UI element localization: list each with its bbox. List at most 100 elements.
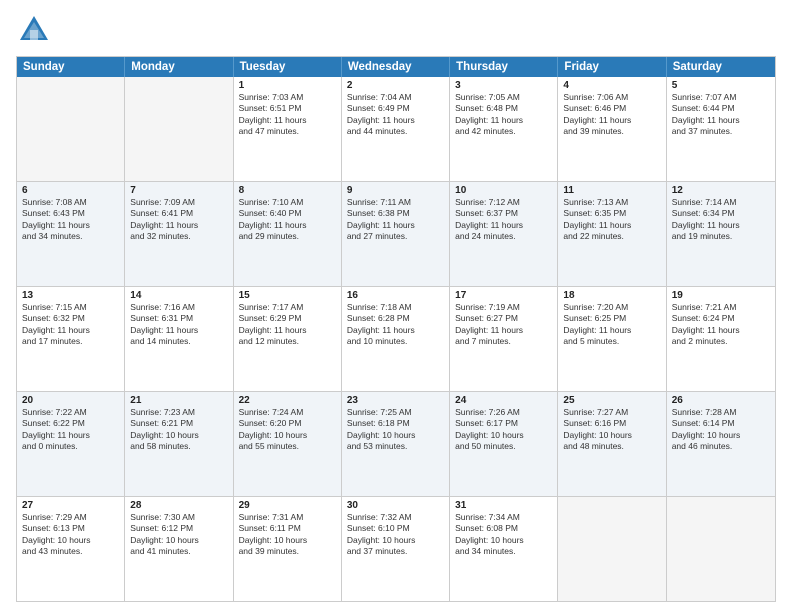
page: SundayMondayTuesdayWednesdayThursdayFrid… bbox=[0, 0, 792, 612]
cell-info: Sunrise: 7:10 AMSunset: 6:40 PMDaylight:… bbox=[239, 197, 336, 243]
calendar-row-2: 13Sunrise: 7:15 AMSunset: 6:32 PMDayligh… bbox=[17, 286, 775, 391]
cell-info: Sunrise: 7:21 AMSunset: 6:24 PMDaylight:… bbox=[672, 302, 770, 348]
weekday-header-saturday: Saturday bbox=[667, 57, 775, 77]
calendar-cell-4-2: 29Sunrise: 7:31 AMSunset: 6:11 PMDayligh… bbox=[234, 497, 342, 601]
cell-info: Sunrise: 7:16 AMSunset: 6:31 PMDaylight:… bbox=[130, 302, 227, 348]
day-number: 23 bbox=[347, 395, 444, 406]
calendar: SundayMondayTuesdayWednesdayThursdayFrid… bbox=[16, 56, 776, 602]
calendar-cell-0-3: 2Sunrise: 7:04 AMSunset: 6:49 PMDaylight… bbox=[342, 77, 450, 181]
calendar-cell-0-5: 4Sunrise: 7:06 AMSunset: 6:46 PMDaylight… bbox=[558, 77, 666, 181]
cell-info: Sunrise: 7:27 AMSunset: 6:16 PMDaylight:… bbox=[563, 407, 660, 453]
day-number: 18 bbox=[563, 290, 660, 301]
cell-info: Sunrise: 7:15 AMSunset: 6:32 PMDaylight:… bbox=[22, 302, 119, 348]
weekday-header-monday: Monday bbox=[125, 57, 233, 77]
day-number: 28 bbox=[130, 500, 227, 511]
day-number: 4 bbox=[563, 80, 660, 91]
day-number: 15 bbox=[239, 290, 336, 301]
cell-info: Sunrise: 7:08 AMSunset: 6:43 PMDaylight:… bbox=[22, 197, 119, 243]
day-number: 8 bbox=[239, 185, 336, 196]
cell-info: Sunrise: 7:28 AMSunset: 6:14 PMDaylight:… bbox=[672, 407, 770, 453]
calendar-row-4: 27Sunrise: 7:29 AMSunset: 6:13 PMDayligh… bbox=[17, 496, 775, 601]
day-number: 30 bbox=[347, 500, 444, 511]
weekday-header-tuesday: Tuesday bbox=[234, 57, 342, 77]
cell-info: Sunrise: 7:22 AMSunset: 6:22 PMDaylight:… bbox=[22, 407, 119, 453]
calendar-row-3: 20Sunrise: 7:22 AMSunset: 6:22 PMDayligh… bbox=[17, 391, 775, 496]
calendar-cell-4-4: 31Sunrise: 7:34 AMSunset: 6:08 PMDayligh… bbox=[450, 497, 558, 601]
cell-info: Sunrise: 7:31 AMSunset: 6:11 PMDaylight:… bbox=[239, 512, 336, 558]
calendar-cell-0-1 bbox=[125, 77, 233, 181]
day-number: 10 bbox=[455, 185, 552, 196]
cell-info: Sunrise: 7:19 AMSunset: 6:27 PMDaylight:… bbox=[455, 302, 552, 348]
day-number: 27 bbox=[22, 500, 119, 511]
calendar-body: 1Sunrise: 7:03 AMSunset: 6:51 PMDaylight… bbox=[17, 77, 775, 601]
calendar-cell-4-6 bbox=[667, 497, 775, 601]
calendar-cell-4-3: 30Sunrise: 7:32 AMSunset: 6:10 PMDayligh… bbox=[342, 497, 450, 601]
calendar-cell-1-4: 10Sunrise: 7:12 AMSunset: 6:37 PMDayligh… bbox=[450, 182, 558, 286]
calendar-cell-1-2: 8Sunrise: 7:10 AMSunset: 6:40 PMDaylight… bbox=[234, 182, 342, 286]
cell-info: Sunrise: 7:14 AMSunset: 6:34 PMDaylight:… bbox=[672, 197, 770, 243]
day-number: 22 bbox=[239, 395, 336, 406]
cell-info: Sunrise: 7:05 AMSunset: 6:48 PMDaylight:… bbox=[455, 92, 552, 138]
calendar-header: SundayMondayTuesdayWednesdayThursdayFrid… bbox=[17, 57, 775, 77]
day-number: 7 bbox=[130, 185, 227, 196]
cell-info: Sunrise: 7:04 AMSunset: 6:49 PMDaylight:… bbox=[347, 92, 444, 138]
calendar-cell-3-0: 20Sunrise: 7:22 AMSunset: 6:22 PMDayligh… bbox=[17, 392, 125, 496]
cell-info: Sunrise: 7:20 AMSunset: 6:25 PMDaylight:… bbox=[563, 302, 660, 348]
day-number: 9 bbox=[347, 185, 444, 196]
day-number: 16 bbox=[347, 290, 444, 301]
day-number: 26 bbox=[672, 395, 770, 406]
calendar-cell-4-1: 28Sunrise: 7:30 AMSunset: 6:12 PMDayligh… bbox=[125, 497, 233, 601]
day-number: 17 bbox=[455, 290, 552, 301]
day-number: 24 bbox=[455, 395, 552, 406]
calendar-cell-2-4: 17Sunrise: 7:19 AMSunset: 6:27 PMDayligh… bbox=[450, 287, 558, 391]
calendar-cell-3-4: 24Sunrise: 7:26 AMSunset: 6:17 PMDayligh… bbox=[450, 392, 558, 496]
calendar-cell-3-2: 22Sunrise: 7:24 AMSunset: 6:20 PMDayligh… bbox=[234, 392, 342, 496]
calendar-cell-0-0 bbox=[17, 77, 125, 181]
day-number: 12 bbox=[672, 185, 770, 196]
cell-info: Sunrise: 7:26 AMSunset: 6:17 PMDaylight:… bbox=[455, 407, 552, 453]
calendar-row-0: 1Sunrise: 7:03 AMSunset: 6:51 PMDaylight… bbox=[17, 77, 775, 181]
weekday-header-sunday: Sunday bbox=[17, 57, 125, 77]
day-number: 6 bbox=[22, 185, 119, 196]
day-number: 20 bbox=[22, 395, 119, 406]
header bbox=[16, 12, 776, 48]
cell-info: Sunrise: 7:06 AMSunset: 6:46 PMDaylight:… bbox=[563, 92, 660, 138]
cell-info: Sunrise: 7:29 AMSunset: 6:13 PMDaylight:… bbox=[22, 512, 119, 558]
calendar-cell-2-0: 13Sunrise: 7:15 AMSunset: 6:32 PMDayligh… bbox=[17, 287, 125, 391]
cell-info: Sunrise: 7:34 AMSunset: 6:08 PMDaylight:… bbox=[455, 512, 552, 558]
day-number: 21 bbox=[130, 395, 227, 406]
cell-info: Sunrise: 7:18 AMSunset: 6:28 PMDaylight:… bbox=[347, 302, 444, 348]
day-number: 31 bbox=[455, 500, 552, 511]
calendar-cell-0-2: 1Sunrise: 7:03 AMSunset: 6:51 PMDaylight… bbox=[234, 77, 342, 181]
day-number: 1 bbox=[239, 80, 336, 91]
calendar-cell-4-5 bbox=[558, 497, 666, 601]
calendar-cell-2-1: 14Sunrise: 7:16 AMSunset: 6:31 PMDayligh… bbox=[125, 287, 233, 391]
cell-info: Sunrise: 7:23 AMSunset: 6:21 PMDaylight:… bbox=[130, 407, 227, 453]
calendar-cell-1-3: 9Sunrise: 7:11 AMSunset: 6:38 PMDaylight… bbox=[342, 182, 450, 286]
calendar-cell-3-6: 26Sunrise: 7:28 AMSunset: 6:14 PMDayligh… bbox=[667, 392, 775, 496]
day-number: 19 bbox=[672, 290, 770, 301]
day-number: 2 bbox=[347, 80, 444, 91]
cell-info: Sunrise: 7:17 AMSunset: 6:29 PMDaylight:… bbox=[239, 302, 336, 348]
cell-info: Sunrise: 7:24 AMSunset: 6:20 PMDaylight:… bbox=[239, 407, 336, 453]
weekday-header-wednesday: Wednesday bbox=[342, 57, 450, 77]
cell-info: Sunrise: 7:30 AMSunset: 6:12 PMDaylight:… bbox=[130, 512, 227, 558]
calendar-cell-1-0: 6Sunrise: 7:08 AMSunset: 6:43 PMDaylight… bbox=[17, 182, 125, 286]
calendar-cell-1-6: 12Sunrise: 7:14 AMSunset: 6:34 PMDayligh… bbox=[667, 182, 775, 286]
day-number: 11 bbox=[563, 185, 660, 196]
calendar-cell-4-0: 27Sunrise: 7:29 AMSunset: 6:13 PMDayligh… bbox=[17, 497, 125, 601]
day-number: 25 bbox=[563, 395, 660, 406]
cell-info: Sunrise: 7:25 AMSunset: 6:18 PMDaylight:… bbox=[347, 407, 444, 453]
calendar-cell-2-3: 16Sunrise: 7:18 AMSunset: 6:28 PMDayligh… bbox=[342, 287, 450, 391]
cell-info: Sunrise: 7:13 AMSunset: 6:35 PMDaylight:… bbox=[563, 197, 660, 243]
cell-info: Sunrise: 7:12 AMSunset: 6:37 PMDaylight:… bbox=[455, 197, 552, 243]
calendar-cell-3-5: 25Sunrise: 7:27 AMSunset: 6:16 PMDayligh… bbox=[558, 392, 666, 496]
calendar-cell-0-6: 5Sunrise: 7:07 AMSunset: 6:44 PMDaylight… bbox=[667, 77, 775, 181]
logo bbox=[16, 12, 56, 48]
calendar-cell-1-5: 11Sunrise: 7:13 AMSunset: 6:35 PMDayligh… bbox=[558, 182, 666, 286]
cell-info: Sunrise: 7:07 AMSunset: 6:44 PMDaylight:… bbox=[672, 92, 770, 138]
day-number: 14 bbox=[130, 290, 227, 301]
calendar-cell-3-1: 21Sunrise: 7:23 AMSunset: 6:21 PMDayligh… bbox=[125, 392, 233, 496]
cell-info: Sunrise: 7:32 AMSunset: 6:10 PMDaylight:… bbox=[347, 512, 444, 558]
calendar-cell-0-4: 3Sunrise: 7:05 AMSunset: 6:48 PMDaylight… bbox=[450, 77, 558, 181]
